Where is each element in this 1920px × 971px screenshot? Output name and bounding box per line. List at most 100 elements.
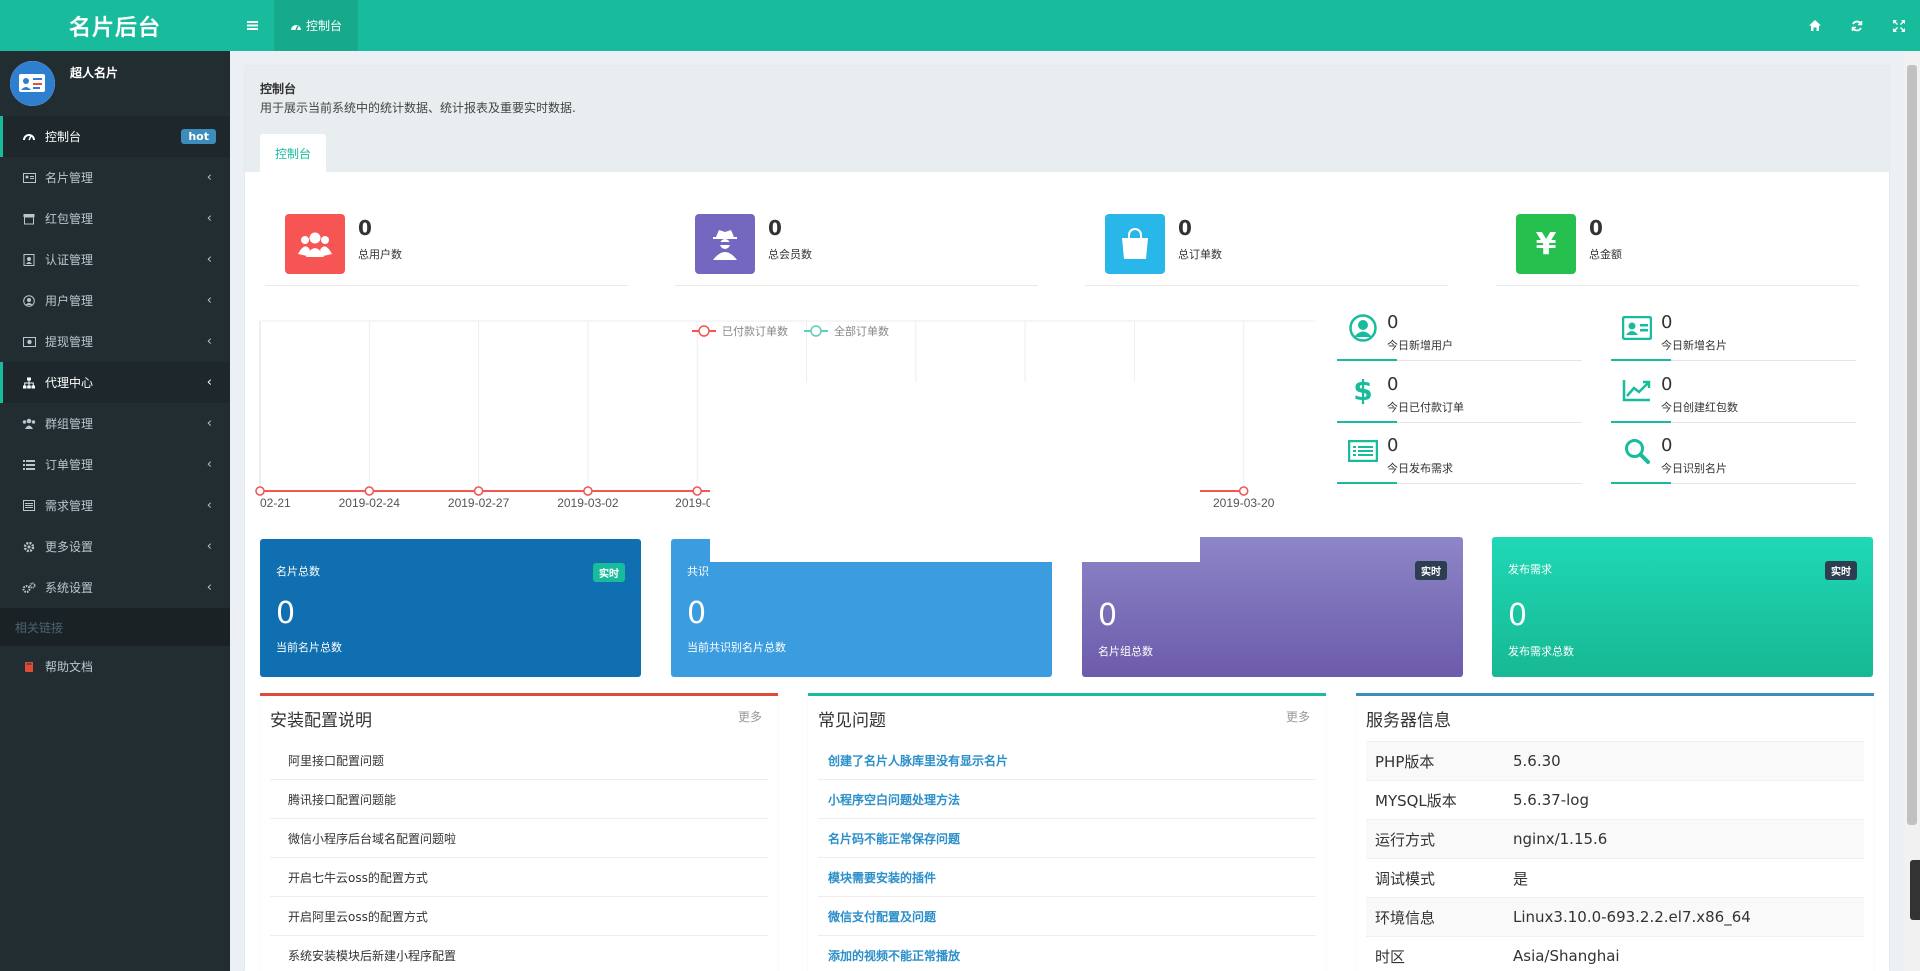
card-demands: 发布需求 实时 0 发布需求总数 [1492, 537, 1873, 677]
realtime-badge: 实时 [1825, 561, 1857, 580]
chevron-left-icon: ‹ [206, 580, 212, 595]
stat-value: 0 [1589, 216, 1603, 240]
card-subtitle: 发布需求总数 [1508, 645, 1574, 658]
sidebar-item-label: 系统设置 [45, 581, 94, 595]
sidebar-item-more-settings[interactable]: 更多设置 ‹ [0, 526, 230, 567]
faq-link[interactable]: 添加的视频不能正常播放 [818, 936, 1316, 971]
sidebar-header-related-links: 相关链接 [0, 608, 230, 646]
more-link[interactable]: 更多 [738, 708, 762, 725]
money-icon [21, 336, 37, 347]
user-secret-icon [695, 214, 755, 274]
sidebar-item-label: 红包管理 [45, 212, 94, 226]
dashboard-icon [291, 24, 301, 30]
sidebar-item-demands[interactable]: 需求管理 ‹ [0, 485, 230, 526]
faq-link[interactable]: 名片码不能正常保存问题 [818, 819, 1316, 858]
card-subtitle: 名片组总数 [1098, 645, 1153, 658]
table-row: MYSQL版本 5.6.37-log [1366, 780, 1864, 820]
progress-bar [1611, 359, 1671, 361]
today-value: 0 [1661, 374, 1673, 395]
data-point [583, 486, 593, 496]
info-value: Asia/Shanghai [1513, 936, 1864, 971]
faq-link[interactable]: 微信支付配置及问题 [818, 897, 1316, 936]
today-label: 今日创建红包数 [1661, 401, 1738, 414]
x-tick-label: 2019-02-27 [448, 496, 510, 510]
list-item[interactable]: 阿里接口配置问题 [270, 741, 768, 780]
sidebar-item-users[interactable]: 用户管理 ‹ [0, 280, 230, 321]
sidebar-item-label: 名片管理 [45, 171, 94, 185]
sidebar-item-agent[interactable]: 代理中心 ‹ [0, 362, 230, 403]
refresh-button[interactable] [1836, 0, 1878, 51]
list-item[interactable]: 开启阿里云oss的配置方式 [270, 897, 768, 936]
stat-total-members: 0 总会员数 [675, 206, 1038, 286]
refresh-icon [1851, 20, 1863, 31]
chevron-left-icon: ‹ [206, 211, 212, 226]
home-button[interactable] [1794, 0, 1836, 51]
fullscreen-button[interactable] [1878, 0, 1920, 51]
table-row: 调试模式是 [1366, 858, 1864, 898]
today-value: 0 [1387, 435, 1399, 456]
tab-dashboard[interactable]: 控制台 [274, 0, 359, 51]
data-point [473, 486, 484, 496]
book-icon [21, 661, 37, 673]
today-label: 今日新增用户 [1387, 339, 1453, 352]
list-icon [21, 459, 37, 470]
sidebar-item-dashboard[interactable]: 控制台 hot [0, 116, 230, 157]
search-icon [1621, 435, 1653, 467]
sidebar-toggle-button[interactable] [230, 0, 274, 51]
avatar[interactable] [10, 61, 55, 106]
sidebar-item-groups[interactable]: 群组管理 ‹ [0, 403, 230, 444]
sidebar-item-label: 订单管理 [45, 458, 94, 472]
chevron-left-icon: ‹ [206, 293, 212, 308]
list-item[interactable]: 微信小程序后台域名配置问题啦 [270, 819, 768, 858]
info-value: Linux3.10.0-693.2.2.el7.x86_64 [1513, 897, 1864, 937]
sidebar-item-help[interactable]: 帮助文档 [0, 646, 230, 687]
faq-link[interactable]: 创建了名片人脉库里没有显示名片 [818, 741, 1316, 780]
table-row: 运行方式 nginx/1.15.6 [1366, 819, 1864, 859]
home-icon [1809, 20, 1821, 31]
faq-link[interactable]: 小程序空白问题处理方法 [818, 780, 1316, 819]
tab-dashboard-panel[interactable]: 控制台 [260, 134, 327, 172]
info-value: 是 [1513, 858, 1864, 898]
chevron-left-icon: ‹ [206, 170, 212, 185]
info-key: 调试模式 [1366, 858, 1513, 898]
sidebar-item-orders[interactable]: 订单管理 ‹ [0, 444, 230, 485]
card-value: 0 [1508, 598, 1528, 633]
faq-link[interactable]: 模块需要安装的插件 [818, 858, 1316, 897]
sidebar-item-system-settings[interactable]: 系统设置 ‹ [0, 567, 230, 608]
card-subtitle: 当前名片总数 [276, 641, 342, 654]
content-area: 控制台 用于展示当前系统中的统计数据、统计报表及重要实时数据. 控制台 0 总用… [230, 51, 1920, 971]
server-info-table: PHP版本 5.6.30 MYSQL版本 5.6.37-log 运行方式 nginx/… [1366, 741, 1864, 971]
top-navbar: 控制台 [230, 0, 1920, 51]
sidebar-item-label: 群组管理 [45, 417, 94, 431]
card-title: 名片总数 [276, 565, 320, 578]
info-value: nginx/1.15.6 [1513, 819, 1864, 859]
hamburger-icon [246, 21, 258, 30]
chevron-left-icon: ‹ [206, 457, 212, 472]
progress-bar [1337, 482, 1397, 484]
list-item[interactable]: 开启七牛云oss的配置方式 [270, 858, 768, 897]
legend-label: 全部订单数 [834, 324, 889, 338]
list-item[interactable]: 系统安装模块后新建小程序配置 [270, 936, 768, 971]
sidebar-item-withdraw[interactable]: 提现管理 ‹ [0, 321, 230, 362]
sidebar-item-redpacket[interactable]: 红包管理 ‹ [0, 198, 230, 239]
table-row: 环境信息 Linux3.10.0-693.2.2.el7.x86_64 [1366, 897, 1864, 937]
data-point [1238, 486, 1249, 496]
today-label: 今日新增名片 [1661, 339, 1727, 352]
page-scrollbar[interactable] [1904, 51, 1920, 971]
sidebar-item-auth[interactable]: 认证管理 ‹ [0, 239, 230, 280]
list-item[interactable]: 腾讯接口配置问题能 [270, 780, 768, 819]
sidebar-item-label: 认证管理 [45, 253, 94, 267]
app-logo[interactable]: 名片后台 [0, 0, 230, 51]
fullscreen-icon [1893, 19, 1905, 32]
chevron-left-icon: ‹ [206, 334, 212, 349]
line-chart-icon [1621, 374, 1653, 406]
data-point [692, 486, 702, 496]
user-panel: 超人名片 [0, 51, 230, 116]
panel-header: 控制台 用于展示当前系统中的统计数据、统计报表及重要实时数据. 控制台 [245, 66, 1889, 172]
info-value: 5.6.30 [1513, 741, 1864, 781]
side-drawer-handle[interactable] [1910, 860, 1920, 920]
more-link[interactable]: 更多 [1286, 708, 1310, 725]
sidebar-item-cards[interactable]: 名片管理 ‹ [0, 157, 230, 198]
scrollbar-thumb[interactable] [1907, 65, 1917, 825]
progress-bar [1611, 421, 1671, 423]
